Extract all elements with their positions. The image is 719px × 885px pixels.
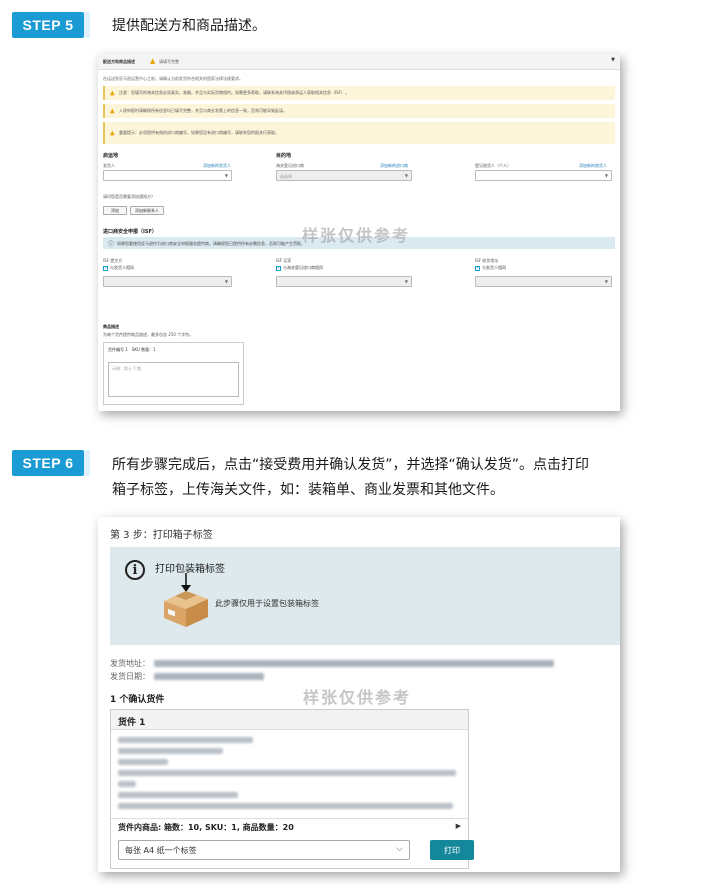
redacted-line: [118, 770, 456, 776]
chevron-down-icon: ▼: [224, 279, 228, 284]
page-title: 第 3 步：打印箱子标签: [110, 530, 213, 541]
notify-question: 请问您是否需要添加通知方？: [103, 194, 155, 199]
print-box-labels-screenshot: 第 3 步：打印箱子标签 i 打印包装箱标签 此步骤仅用于设置包装箱标签 发货地…: [98, 517, 620, 872]
shipment-panel: 货件 1 货件内商品: 箱数：10, SKU：1, 商品数量：20 ▶ 每张 A…: [110, 709, 474, 869]
step5-text: 提供配送方和商品描述。: [112, 18, 266, 34]
shipper-select[interactable]: ▼: [103, 170, 232, 181]
step6-text-line1: 所有步骤完成后，点击“接受费用并确认发货”，并选择“确认发货”。点击打印: [112, 457, 590, 473]
watermark: 样张仅供参考: [302, 226, 411, 245]
isf-buyer-label: ISF 买家: [276, 258, 292, 263]
info-icon: ⓘ: [108, 241, 115, 248]
importer-label: 海关登记进口商: [276, 163, 304, 168]
redacted-line: [118, 781, 136, 787]
alert-customs: ▲ 注意：您填写的海关信息必须真实、准确，并且与实际货物相符。如需更多帮助，请联…: [103, 86, 615, 100]
consignee-label: 登记收货人（个人）: [475, 163, 511, 168]
alert-importer: ▲ 重要提示：必须提供有效的进口商编号，如果您没有进口商编号，请联系您的报关行获…: [103, 122, 615, 144]
redacted-line: [118, 737, 253, 743]
isf-filer-select[interactable]: ▼: [103, 276, 232, 287]
step6-text-line2: 箱子标签，上传海关文件，如：装箱单、商业发票和其他文件。: [112, 482, 504, 498]
add-notify-button[interactable]: 添加: [103, 206, 127, 215]
desc-hint: 为每个货件提供商品描述，最多包含 250 个字符。: [103, 332, 194, 337]
origin-label: 发货人: [103, 163, 115, 168]
redacted-line: [118, 792, 238, 798]
destination-title: 目的地: [276, 153, 292, 159]
alert-entry: ▲ 入境申报时请确保所有信息均已填写完整，并且与商业发票上的信息一致，否则可能导…: [103, 104, 615, 118]
isf-shipto-label: ISF 收货地址: [475, 258, 499, 263]
ship-from-address: 发货地址：: [110, 658, 554, 669]
shipment-header: 货件 1: [111, 710, 468, 730]
isf-buyer-select[interactable]: ▼: [276, 276, 412, 287]
step5-badge: STEP 5: [12, 12, 90, 38]
isf-filer-label: ISF 提交方: [103, 258, 123, 263]
chevron-down-icon: ▼: [604, 279, 608, 284]
origin-title: 启运地: [103, 153, 119, 159]
label-info-banner: i 打印包装箱标签 此步骤仅用于设置包装箱标签: [110, 547, 620, 645]
description-box: 货件编号 1 SKU 数量：1 示例：男士 T 恤: [103, 342, 244, 405]
collapse-icon[interactable]: ▼: [611, 57, 615, 63]
add-importer-link[interactable]: 添加新的进口商: [380, 163, 408, 169]
ship-date: 发货日期：: [110, 671, 264, 682]
isf-shipto-select[interactable]: ▼: [475, 276, 612, 287]
add-shipper-link[interactable]: 添加新的发货人: [203, 163, 231, 169]
warning-icon: ▲: [110, 129, 115, 137]
isf-buyer-checkbox[interactable]: 与海关登记进口商相同: [276, 265, 323, 271]
add-new-contact-button[interactable]: 添加新联系人: [130, 206, 164, 215]
chevron-down-icon: ▼: [224, 173, 228, 178]
chevron-down-icon: ⌵: [396, 844, 403, 854]
banner-subtitle: 此步骤仅用于设置包装箱标签: [215, 599, 319, 608]
redacted-line: [118, 759, 168, 765]
print-button[interactable]: 打印: [430, 840, 474, 860]
watermark: 样张仅供参考: [303, 688, 412, 707]
chevron-down-icon: ▼: [404, 279, 408, 284]
section-header: 配送方和商品描述 ▲ 请填写完整 ▼: [98, 54, 620, 70]
add-consignee-link[interactable]: 添加新的收货人: [579, 163, 607, 169]
expand-arrow-icon[interactable]: ▶: [456, 822, 461, 830]
desc-title: 商品描述: [103, 324, 119, 329]
redacted-line: [118, 748, 223, 754]
warning-icon: ▲: [150, 57, 156, 65]
desc-box-heading: 货件编号 1 SKU 数量：1: [108, 347, 156, 352]
confirmed-count: 1 个确认货件: [110, 695, 165, 705]
chevron-down-icon: ▼: [604, 173, 608, 178]
section-warning-text: 请填写完整: [159, 59, 179, 64]
step6-badge: STEP 6: [12, 450, 90, 476]
isf-title: 进口商安全申报（ISF）: [103, 229, 157, 235]
isf-shipto-checkbox[interactable]: 与发货人相同: [475, 265, 506, 271]
isf-filer-checkbox[interactable]: 与发货人相同: [103, 265, 134, 271]
shipment-summary[interactable]: 货件内商品: 箱数：10, SKU：1, 商品数量：20 ▶: [111, 818, 468, 834]
consignee-select[interactable]: ▼: [475, 170, 612, 181]
info-icon: i: [125, 560, 145, 580]
intro-text: 在运送到亚马逊运营中心之前，请确认当前发货符合相关的国家法律法规要求。: [103, 76, 243, 81]
box-icon: [164, 573, 208, 627]
carrier-description-screenshot: 配送方和商品描述 ▲ 请填写完整 ▼ 在运送到亚马逊运营中心之前，请确认当前发货…: [98, 54, 620, 411]
warning-icon: ▲: [110, 89, 115, 97]
chevron-down-icon: ▼: [404, 173, 408, 178]
importer-select[interactable]: 请选择 ▼: [276, 170, 412, 181]
label-format-select[interactable]: 每张 A4 纸一个标签 ⌵: [118, 840, 410, 860]
redacted-line: [118, 803, 453, 809]
warning-icon: ▲: [110, 107, 115, 115]
section-title: 配送方和商品描述: [103, 59, 135, 64]
description-textarea[interactable]: 示例：男士 T 恤: [108, 362, 239, 397]
